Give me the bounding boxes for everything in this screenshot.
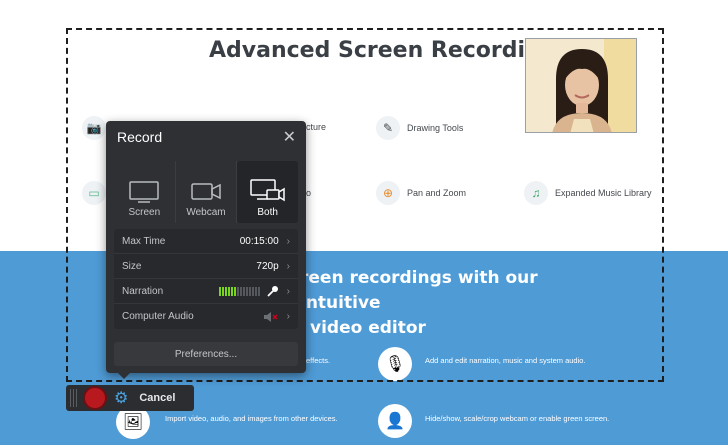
meter-bar xyxy=(224,286,227,296)
chevron-right-icon: › xyxy=(286,311,290,322)
setting-label: Computer Audio xyxy=(122,311,194,322)
mode-both-button[interactable]: Both xyxy=(237,161,299,223)
monitor-icon xyxy=(129,181,160,203)
speaker-muted-icon xyxy=(263,311,278,322)
meter-bar xyxy=(242,286,245,296)
setting-size[interactable]: Size 720p › xyxy=(114,254,298,279)
bottom-feature-item: Hide/show, scale/crop webcam or enable g… xyxy=(425,414,610,423)
meter-bar xyxy=(233,286,236,296)
mode-label: Both xyxy=(257,207,278,218)
chevron-right-icon: › xyxy=(286,285,290,297)
setting-label: Max Time xyxy=(122,235,166,247)
webcam-icon xyxy=(191,183,221,200)
chevron-right-icon: › xyxy=(286,260,290,272)
webcam-person-image xyxy=(526,39,636,132)
panel-title: Record xyxy=(117,129,163,145)
mode-label: Webcam xyxy=(186,207,226,218)
mode-webcam-button[interactable]: Webcam xyxy=(176,161,238,223)
monitor-webcam-icon xyxy=(249,179,285,202)
setting-value: 720p xyxy=(256,260,279,272)
setting-computer-audio[interactable]: Computer Audio › xyxy=(114,304,298,329)
setting-label: Narration xyxy=(122,285,164,297)
meter-bar xyxy=(257,286,260,296)
record-settings-list: Max Time 00:15:00 › Size 720p › Narratio… xyxy=(114,229,298,329)
mode-screen-button[interactable]: Screen xyxy=(114,161,176,223)
chevron-right-icon: › xyxy=(286,235,290,247)
meter-bar xyxy=(221,286,224,296)
gear-icon[interactable]: ⚙ xyxy=(114,388,128,408)
meter-bar xyxy=(227,286,230,296)
setting-narration[interactable]: Narration › xyxy=(114,279,298,304)
meter-bar xyxy=(239,286,242,296)
record-button[interactable] xyxy=(85,388,105,408)
meter-bar xyxy=(218,286,221,296)
setting-label: Size xyxy=(122,260,142,272)
webcam-preview[interactable] xyxy=(525,38,637,133)
meter-bar xyxy=(251,286,254,296)
meter-bar xyxy=(230,286,233,296)
panel-pointer-caret xyxy=(117,372,131,379)
drag-handle[interactable] xyxy=(70,389,79,407)
narration-level-meter xyxy=(218,286,261,296)
bottom-feature-item: Import video, audio, and images from oth… xyxy=(165,414,338,423)
preferences-button[interactable]: Preferences... xyxy=(114,342,298,366)
meter-bar xyxy=(254,286,257,296)
meter-bar xyxy=(245,286,248,296)
microphone-icon xyxy=(267,286,278,297)
record-panel: Record ✕ Screen Webcam Both Max Time 00:… xyxy=(106,121,306,373)
cancel-button[interactable]: Cancel xyxy=(139,392,175,404)
setting-max-time[interactable]: Max Time 00:15:00 › xyxy=(114,229,298,254)
person-icon: 👤 xyxy=(378,404,412,438)
record-mode-selector: Screen Webcam Both xyxy=(114,161,299,223)
close-icon[interactable]: ✕ xyxy=(283,127,296,147)
meter-bar xyxy=(248,286,251,296)
recorder-control-bar: ⚙ Cancel xyxy=(66,385,194,411)
meter-bar xyxy=(236,286,239,296)
setting-value: 00:15:00 xyxy=(239,235,279,247)
mode-label: Screen xyxy=(128,207,161,218)
